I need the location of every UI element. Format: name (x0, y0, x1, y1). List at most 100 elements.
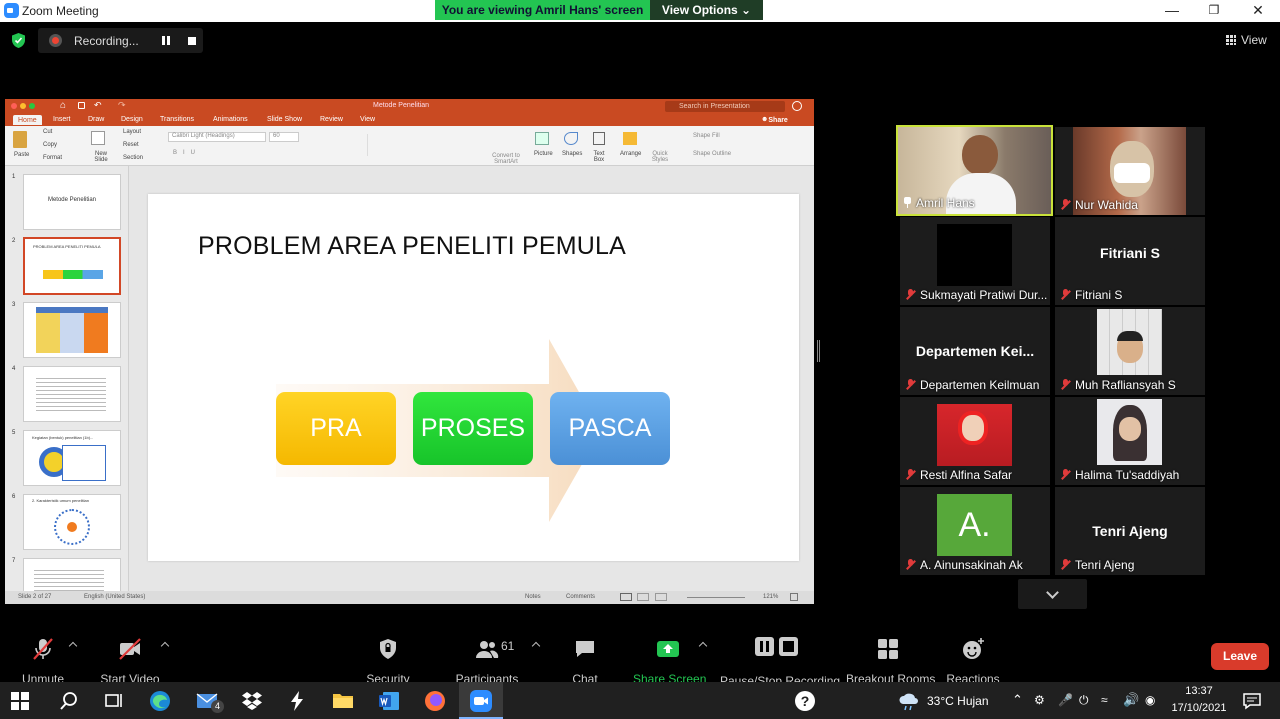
video-tile-resti[interactable]: Resti Alfina Safar (900, 397, 1050, 485)
volume-icon[interactable]: 🔊 (1123, 692, 1139, 708)
clock-time[interactable]: 13:37 (1172, 685, 1226, 697)
breakout-rooms-icon (878, 639, 898, 659)
task-view-icon[interactable] (101, 689, 125, 713)
video-tile-sukmayati[interactable]: Sukmayati Pratiwi Dur... (900, 217, 1050, 305)
format-label: Format (43, 155, 63, 161)
gallery-scroll-down-button[interactable] (1018, 579, 1087, 609)
zoom-taskbar-button[interactable] (459, 682, 503, 719)
thumb-number: 6 (12, 494, 16, 500)
weather-text: 33°C Hujan (927, 694, 989, 708)
windows-start-icon[interactable] (11, 692, 29, 710)
face-mask (1114, 163, 1150, 183)
minimize-icon[interactable]: — (1150, 0, 1194, 22)
thumb-cycle-center (67, 522, 77, 532)
thumb-table-col (60, 313, 84, 353)
participant-name: Tenri Ajeng (1061, 558, 1134, 572)
video-tile-muh-rafliansyah[interactable]: Muh Rafliansyah S (1055, 307, 1205, 395)
video-off-icon (119, 638, 141, 660)
participant-name-text: Halima Tu'saddiyah (1075, 468, 1180, 482)
participant-name: Nur Wahida (1061, 198, 1138, 212)
thumb-number: 3 (12, 302, 16, 308)
participants-chevron-icon[interactable] (531, 641, 541, 651)
stop-icon (779, 637, 798, 656)
title-bar: Zoom Meeting You are viewing Amril Hans'… (0, 0, 1280, 22)
tab-draw: Draw (88, 116, 105, 123)
file-explorer-icon[interactable] (331, 689, 355, 713)
slide-title: PROBLEM AREA PENELITI PEMULA (198, 232, 626, 260)
power-icon[interactable]: ⏻ (1079, 693, 1089, 708)
video-tile-amril-hans[interactable]: Amril Hans (896, 125, 1053, 216)
current-slide: PROBLEM AREA PENELITI PEMULA PRA PROSES … (148, 194, 799, 561)
picture-label: Picture (534, 151, 553, 157)
textbox-icon (593, 132, 605, 145)
mic-muted-icon (33, 638, 53, 660)
security-button[interactable]: Security (362, 625, 414, 686)
breakout-rooms-button[interactable]: Breakout Rooms (846, 625, 935, 686)
lightning-app-icon[interactable] (285, 689, 309, 713)
reactions-button[interactable]: Reactions (945, 625, 1001, 686)
tray-chevron-icon[interactable]: ⌃ (1012, 692, 1023, 708)
chat-button[interactable]: Chat (566, 625, 604, 686)
recording-label: Recording... (74, 34, 139, 48)
slide-editor: PROBLEM AREA PENELITI PEMULA PRA PROSES … (129, 166, 814, 591)
participant-name-text: Muh Rafliansyah S (1075, 378, 1176, 392)
font-size-field: 60 (269, 132, 299, 142)
minimize-dot-icon (20, 103, 26, 109)
network-status-icon[interactable]: ◉ (1145, 693, 1155, 707)
unmute-button[interactable]: Unmute (18, 625, 68, 686)
thumb-table-col (84, 313, 108, 353)
recording-dot-icon (49, 34, 62, 47)
participant-face (958, 411, 988, 445)
tray-app-icon[interactable]: ⚙ (1034, 693, 1045, 707)
video-tile-ainunsakinah[interactable]: A. A. Ainunsakinah Ak (900, 487, 1050, 575)
close-icon[interactable]: ✕ (1236, 0, 1280, 22)
view-options-button[interactable]: View Options ⌄ (650, 0, 763, 20)
share-screen-button[interactable]: Share Screen (633, 625, 706, 686)
reading-view-icon (655, 593, 667, 601)
leave-button[interactable]: Leave (1211, 643, 1269, 670)
video-tile-tenri-ajeng[interactable]: Tenri Ajeng Tenri Ajeng (1055, 487, 1205, 575)
word-icon[interactable] (377, 689, 401, 713)
video-options-chevron-icon[interactable] (160, 641, 170, 651)
participants-button[interactable]: 61 Participants (455, 625, 519, 686)
weather-rain-icon[interactable] (897, 689, 921, 713)
mic-off-icon (906, 469, 915, 480)
view-button[interactable]: View (1226, 33, 1267, 47)
grid-icon (1226, 35, 1236, 45)
audio-options-chevron-icon[interactable] (68, 641, 78, 651)
pause-recording-icon[interactable] (162, 36, 171, 45)
thumb-text-lines (36, 375, 106, 413)
close-dot-icon (11, 103, 17, 109)
video-tile-departemen[interactable]: Departemen Kei... Departemen Keilmuan (900, 307, 1050, 395)
microphone-icon[interactable]: 🎤 (1058, 693, 1073, 707)
video-tile-fitriani[interactable]: Fitriani S Fitriani S (1055, 217, 1205, 305)
wifi-icon[interactable]: ≈ (1101, 693, 1108, 707)
view-label: View (1241, 33, 1267, 47)
help-icon[interactable]: ? (793, 689, 817, 713)
clock-date[interactable]: 17/10/2021 (1166, 702, 1232, 714)
notification-icon[interactable] (1240, 689, 1264, 713)
video-tile-halima[interactable]: Halima Tu'saddiyah (1055, 397, 1205, 485)
language-label: English (United States) (84, 594, 146, 600)
restore-icon[interactable]: ❐ (1192, 0, 1236, 22)
mic-off-icon (1061, 469, 1070, 480)
search-icon[interactable] (57, 689, 81, 713)
participant-display-name: Fitriani S (1100, 245, 1160, 261)
ppt-search-input: Search in Presentation (665, 101, 785, 112)
video-tile-nur-wahida[interactable]: Nur Wahida (1055, 127, 1205, 215)
font-style-icons: BIU (173, 150, 202, 156)
avatar-initial: A. (937, 494, 1012, 556)
encryption-shield-icon[interactable] (10, 32, 27, 49)
window-controls (11, 103, 38, 111)
undo-icon: ↶ (94, 100, 102, 110)
window-title: Zoom Meeting (22, 4, 99, 18)
pause-stop-recording-button[interactable]: Pause/Stop Recording (720, 625, 840, 688)
paragraph-group (367, 134, 487, 156)
dropbox-icon[interactable] (240, 689, 264, 713)
stop-recording-icon[interactable] (188, 37, 196, 45)
firefox-icon[interactable] (423, 689, 447, 713)
step-pra: PRA (276, 392, 396, 465)
start-video-button[interactable]: Start Video (98, 625, 162, 686)
edge-browser-icon[interactable] (148, 689, 172, 713)
panel-resize-handle[interactable] (817, 340, 820, 362)
